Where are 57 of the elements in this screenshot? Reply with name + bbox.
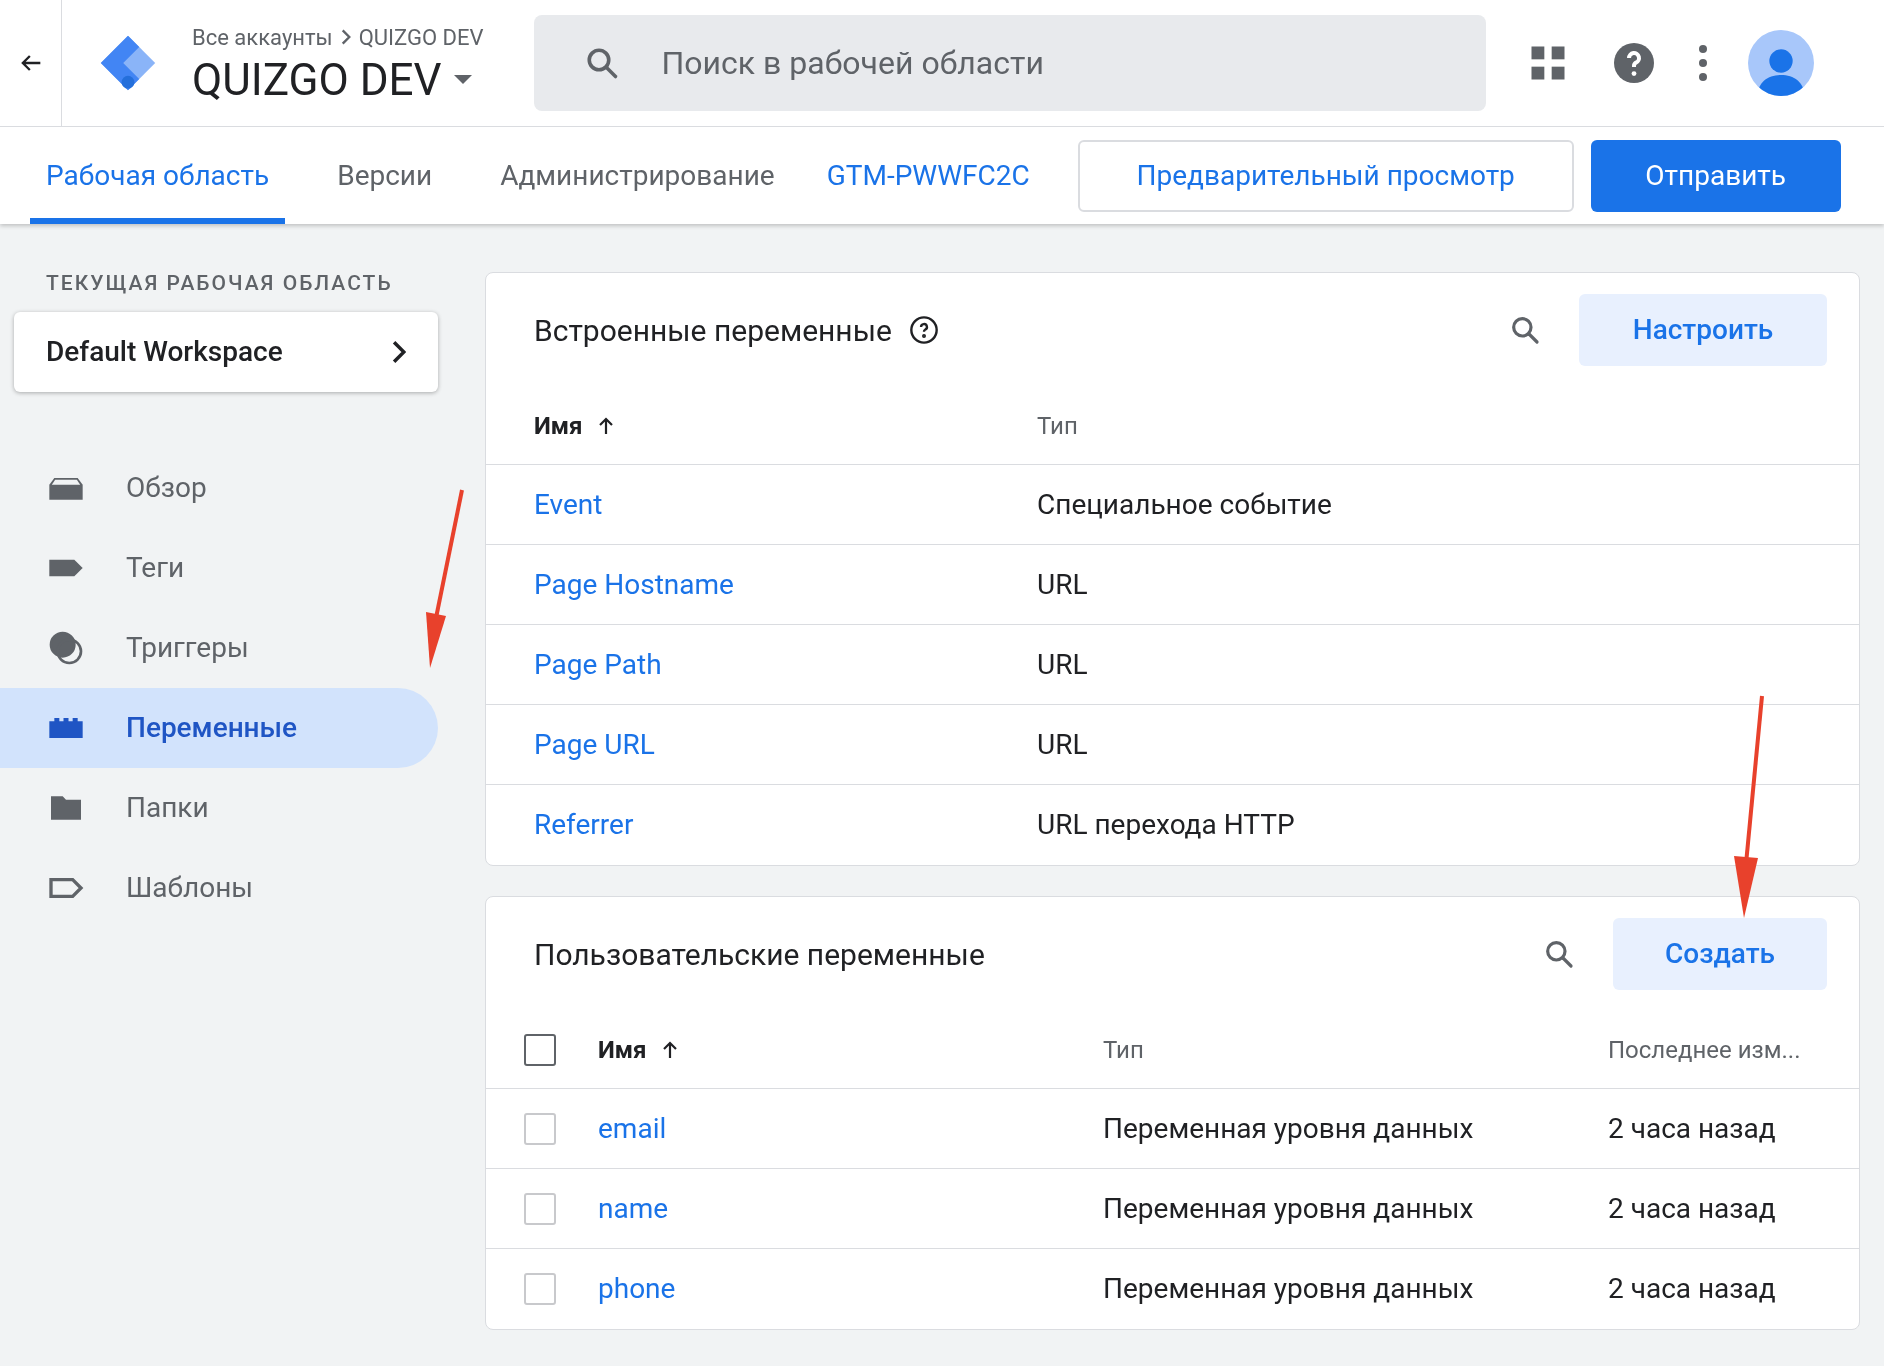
search-icon: [1543, 938, 1575, 970]
dropdown-caret-icon: [453, 75, 472, 84]
sidebar-item[interactable]: Переменные: [0, 687, 438, 768]
search-button[interactable]: [1509, 314, 1541, 346]
breadcrumb-current: QUIZGO DEV: [358, 23, 484, 52]
table-cell-text: 2 часа назад: [1608, 1271, 1776, 1307]
variable-link[interactable]: Page Hostname: [534, 567, 734, 601]
card-title: Пользовательские переменные: [534, 935, 985, 974]
container-id: GTM-PWWFC2C: [826, 157, 1030, 194]
column-header: Тип: [1037, 410, 1078, 442]
sidebar-item[interactable]: Шаблоны: [0, 847, 262, 928]
variable-link[interactable]: phone: [598, 1272, 676, 1305]
sidebar-item[interactable]: Теги: [0, 527, 193, 608]
workspace-selector[interactable]: Default Workspace: [14, 311, 438, 392]
nav-tab[interactable]: Администрирование: [484, 127, 791, 224]
variable-link[interactable]: Event: [534, 487, 603, 521]
table-cell-text: Переменная уровня данных: [1103, 1110, 1475, 1147]
column-header: Последнее изм...: [1608, 1034, 1801, 1066]
checkbox[interactable]: [524, 1033, 556, 1066]
more-button[interactable]: [1697, 45, 1708, 81]
search-icon: [1509, 314, 1541, 346]
table-cell-text: Специальное событие: [1037, 486, 1332, 523]
variable-link[interactable]: Referrer: [534, 808, 634, 841]
table-cell-text: 2 часа назад: [1608, 1110, 1776, 1147]
variable-link[interactable]: name: [598, 1191, 669, 1225]
sidebar-item[interactable]: Триггеры: [0, 607, 257, 688]
variable-link[interactable]: Page Path: [534, 647, 662, 681]
breadcrumb-link[interactable]: Все аккаунты: [192, 20, 333, 54]
sidebar-item[interactable]: Обзор: [0, 447, 215, 528]
table-cell-text: URL: [1037, 646, 1088, 683]
sidebar-item[interactable]: Папки: [0, 767, 217, 848]
card-title: Встроенные переменные: [534, 311, 892, 350]
column-header[interactable]: Имя: [598, 1031, 1103, 1068]
more-vertical-icon: [1697, 45, 1708, 81]
create-button[interactable]: Создать: [1613, 918, 1827, 990]
search-field[interactable]: Поиск в рабочей области: [533, 15, 1486, 111]
table-cell-text: URL перехода HTTP: [1037, 807, 1295, 843]
table-cell-text: Переменная уровня данных: [1103, 1190, 1475, 1227]
search-button[interactable]: [1543, 938, 1575, 970]
table-cell-text: URL: [1037, 726, 1088, 763]
nav-tab[interactable]: Версии: [321, 127, 449, 224]
container-dropdown[interactable]: QUIZGO DEV: [192, 53, 484, 106]
nav-tab[interactable]: Рабочая область: [30, 127, 286, 224]
variable-link[interactable]: email: [598, 1111, 667, 1145]
column-header: Тип: [1103, 1034, 1145, 1066]
column-header[interactable]: Имя: [534, 407, 1037, 444]
table-cell-text: Переменная уровня данных: [1103, 1271, 1475, 1307]
help-outline-icon: [907, 314, 940, 346]
submit-button[interactable]: Отправить: [1590, 139, 1841, 212]
table-cell-text: URL: [1037, 566, 1088, 603]
table-cell-text: 2 часа назад: [1608, 1190, 1776, 1227]
section-label: ТЕКУЩАЯ РАБОЧАЯ ОБЛАСТЬ: [46, 270, 394, 297]
preview-button[interactable]: Предварительный просмотр: [1077, 139, 1574, 212]
chevron-right-icon: [340, 29, 351, 45]
configure-button[interactable]: Настроить: [1579, 294, 1827, 366]
variable-link[interactable]: Page URL: [534, 727, 655, 761]
chevron-right-icon: [392, 339, 406, 364]
